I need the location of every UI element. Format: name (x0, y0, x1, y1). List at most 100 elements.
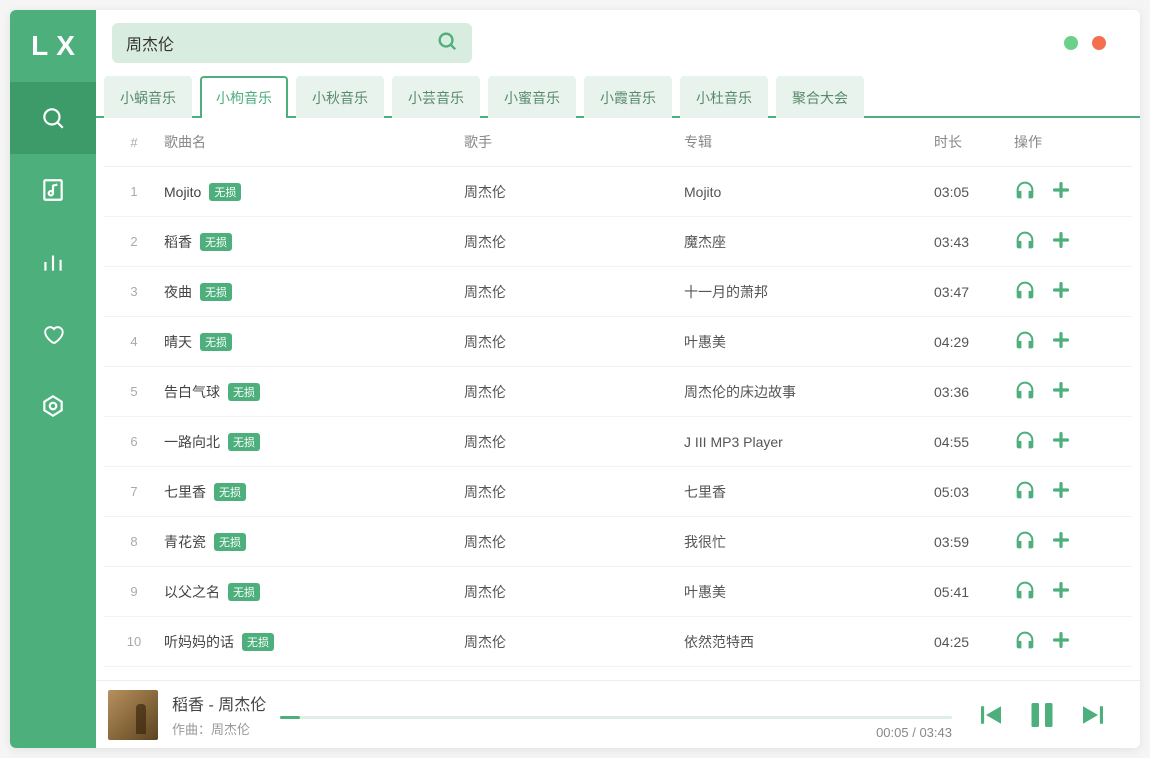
source-tab[interactable]: 小秋音乐 (296, 76, 384, 118)
row-actions (1014, 579, 1114, 604)
prev-button[interactable] (976, 700, 1006, 730)
table-row[interactable]: 1Mojito无损周杰伦Mojito03:05 (104, 167, 1132, 217)
play-button[interactable] (1014, 279, 1036, 304)
row-index: 3 (104, 284, 164, 299)
table-row[interactable]: 9以父之名无损周杰伦叶惠美05:41 (104, 567, 1132, 617)
play-button[interactable] (1014, 329, 1036, 354)
play-button[interactable] (1014, 479, 1036, 504)
row-index: 7 (104, 484, 164, 499)
row-index: 4 (104, 334, 164, 349)
table-row[interactable]: 10听妈妈的话无损周杰伦依然范特西04:25 (104, 617, 1132, 667)
row-artist: 周杰伦 (464, 632, 684, 652)
lossless-badge: 无损 (228, 383, 260, 401)
time-display: 00:05 / 03:43 (876, 725, 952, 740)
row-index: 1 (104, 184, 164, 199)
row-artist: 周杰伦 (464, 382, 684, 402)
row-album: 七里香 (684, 482, 934, 502)
table-row[interactable]: 11给我一首歌的时间无损周杰伦魔杰座04:13 (104, 667, 1132, 680)
add-button[interactable] (1050, 429, 1072, 454)
progress-bar[interactable] (280, 716, 952, 719)
play-button[interactable] (1014, 179, 1036, 204)
add-button[interactable] (1050, 279, 1072, 304)
play-button[interactable] (1014, 429, 1036, 454)
add-button[interactable] (1050, 579, 1072, 604)
row-album: 依然范特西 (684, 632, 934, 652)
headphones-icon (1014, 279, 1036, 304)
table-row[interactable]: 6一路向北无损周杰伦J III MP3 Player04:55 (104, 417, 1132, 467)
row-index: 5 (104, 384, 164, 399)
album-cover[interactable] (108, 690, 158, 740)
window-controls (1064, 36, 1124, 50)
add-button[interactable] (1050, 479, 1072, 504)
add-button[interactable] (1050, 629, 1072, 654)
now-playing-title: 稻香 - 周杰伦 (172, 691, 266, 715)
plus-icon (1050, 179, 1072, 204)
search-box (112, 23, 472, 63)
headphones-icon (1014, 529, 1036, 554)
nav-favorites[interactable] (10, 298, 96, 370)
nav-settings[interactable] (10, 370, 96, 442)
source-tab[interactable]: 小枸音乐 (200, 76, 288, 118)
minimize-button[interactable] (1064, 36, 1078, 50)
table-row[interactable]: 4晴天无损周杰伦叶惠美04:29 (104, 317, 1132, 367)
row-actions (1014, 429, 1114, 454)
add-button[interactable] (1050, 379, 1072, 404)
results-table: # 歌曲名 歌手 专辑 时长 操作 1Mojito无损周杰伦Mojito03:0… (96, 118, 1140, 680)
play-button[interactable] (1014, 229, 1036, 254)
progress-area: 00:05 / 03:43 (280, 690, 962, 740)
row-album: 叶惠美 (684, 582, 934, 602)
source-tab[interactable]: 小霞音乐 (584, 76, 672, 118)
nav-search[interactable] (10, 82, 96, 154)
play-button[interactable] (1014, 379, 1036, 404)
row-song-name: 稻香无损 (164, 232, 464, 252)
row-album: J III MP3 Player (684, 434, 934, 450)
table-row[interactable]: 8青花瓷无损周杰伦我很忙03:59 (104, 517, 1132, 567)
pause-button[interactable] (1024, 697, 1060, 733)
add-button[interactable] (1050, 329, 1072, 354)
source-tab[interactable]: 小杜音乐 (680, 76, 768, 118)
next-button[interactable] (1078, 700, 1108, 730)
source-tab[interactable]: 聚合大会 (776, 76, 864, 118)
plus-icon (1050, 329, 1072, 354)
headphones-icon (1014, 179, 1036, 204)
table-row[interactable]: 7七里香无损周杰伦七里香05:03 (104, 467, 1132, 517)
lossless-badge: 无损 (209, 183, 241, 201)
row-index: 8 (104, 534, 164, 549)
add-button[interactable] (1050, 529, 1072, 554)
table-row[interactable]: 5告白气球无损周杰伦周杰伦的床边故事03:36 (104, 367, 1132, 417)
nav-library[interactable] (10, 154, 96, 226)
headphones-icon (1014, 229, 1036, 254)
lossless-badge: 无损 (200, 233, 232, 251)
table-header: # 歌曲名 歌手 专辑 时长 操作 (104, 118, 1132, 167)
play-button[interactable] (1014, 529, 1036, 554)
headphones-icon (1014, 629, 1036, 654)
table-row[interactable]: 2稻香无损周杰伦魔杰座03:43 (104, 217, 1132, 267)
add-button[interactable] (1050, 179, 1072, 204)
table-row[interactable]: 3夜曲无损周杰伦十一月的萧邦03:47 (104, 267, 1132, 317)
row-duration: 03:47 (934, 284, 1014, 300)
row-song-name: 晴天无损 (164, 332, 464, 352)
headphones-icon (1014, 329, 1036, 354)
app-window: LX 小蜗音乐小枸 (10, 10, 1140, 748)
row-song-name: 七里香无损 (164, 482, 464, 502)
col-artist: 歌手 (464, 132, 684, 152)
search-button[interactable] (436, 30, 458, 57)
source-tab[interactable]: 小芸音乐 (392, 76, 480, 118)
source-tabs: 小蜗音乐小枸音乐小秋音乐小芸音乐小蜜音乐小霞音乐小杜音乐聚合大会 (96, 76, 1140, 118)
lossless-badge: 无损 (228, 583, 260, 601)
play-button[interactable] (1014, 629, 1036, 654)
source-tab[interactable]: 小蜗音乐 (104, 76, 192, 118)
row-album: 我很忙 (684, 532, 934, 552)
headphones-icon (1014, 479, 1036, 504)
play-button[interactable] (1014, 579, 1036, 604)
skip-next-icon (1078, 700, 1108, 730)
row-artist: 周杰伦 (464, 482, 684, 502)
source-tab[interactable]: 小蜜音乐 (488, 76, 576, 118)
row-duration: 05:03 (934, 484, 1014, 500)
search-input[interactable] (126, 34, 436, 52)
search-icon (40, 105, 66, 131)
add-button[interactable] (1050, 229, 1072, 254)
close-button[interactable] (1092, 36, 1106, 50)
now-playing-subtitle: 作曲：周杰伦 (172, 719, 266, 738)
nav-charts[interactable] (10, 226, 96, 298)
